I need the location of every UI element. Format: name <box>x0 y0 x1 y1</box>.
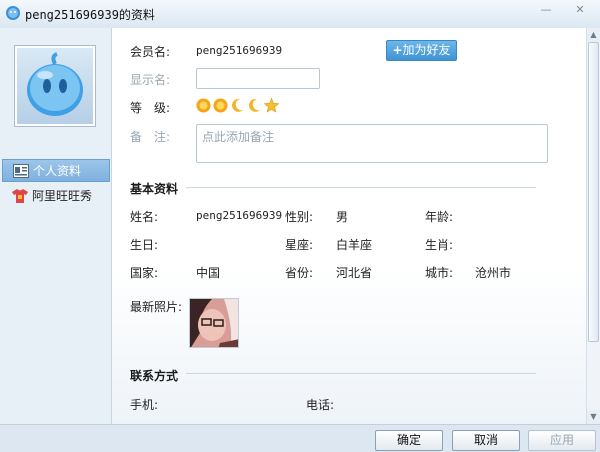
profile-card-icon <box>13 164 29 178</box>
profile-content <box>111 28 586 424</box>
add-friend-label: 加为好友 <box>402 43 451 57</box>
sidebar-item-profile[interactable]: 个人资料 <box>2 159 110 182</box>
close-button[interactable]: ✕ <box>572 3 588 17</box>
country-value: 中国 <box>196 266 221 280</box>
age-label: 年龄: <box>425 210 454 224</box>
display-name-label: 显示名: <box>130 73 171 87</box>
photo-image <box>190 299 238 347</box>
apply-button[interactable]: 应用 <box>528 430 596 451</box>
province-label: 省份: <box>285 266 314 280</box>
sun-icon <box>196 98 211 113</box>
title-bar: peng251696939的资料 — ✕ <box>0 0 600 28</box>
latest-photo-label: 最新照片: <box>130 300 183 314</box>
member-name-value: peng251696939 <box>196 44 283 57</box>
province-value: 河北省 <box>336 266 373 280</box>
display-name-input[interactable] <box>196 68 320 89</box>
avatar <box>14 45 96 127</box>
latest-photo[interactable] <box>189 298 239 348</box>
level-badges <box>196 98 279 114</box>
name-label: 姓名: <box>130 210 159 224</box>
minimize-button[interactable]: — <box>538 3 554 17</box>
scrollbar-thumb[interactable] <box>588 42 599 342</box>
vertical-scrollbar[interactable]: ▲ ▼ <box>586 28 600 424</box>
sidebar-item-label: 阿里旺旺秀 <box>32 189 93 203</box>
zodiac-label: 生肖: <box>425 238 454 252</box>
scroll-up-icon[interactable]: ▲ <box>587 28 600 42</box>
avatar-image <box>27 52 83 116</box>
add-friend-button[interactable]: +加为好友 <box>386 40 457 61</box>
moon-icon <box>231 98 243 112</box>
level-label: 等 级: <box>130 101 171 115</box>
star-icon <box>264 98 279 113</box>
remark-placeholder: 点此添加备注 <box>202 130 275 144</box>
remark-input[interactable]: 点此添加备注 <box>196 124 548 163</box>
gender-label: 性别: <box>285 210 314 224</box>
app-logo-icon <box>6 6 20 20</box>
constellation-value: 白羊座 <box>336 238 373 252</box>
cancel-button[interactable]: 取消 <box>452 430 520 451</box>
city-value: 沧州市 <box>475 266 512 280</box>
ok-button[interactable]: 确定 <box>375 430 443 451</box>
scroll-down-icon[interactable]: ▼ <box>587 410 600 424</box>
section-divider <box>186 187 536 188</box>
remark-label: 备 注: <box>130 130 171 144</box>
sidebar: 个人资料 阿里旺旺秀 <box>0 28 111 424</box>
moon-icon <box>248 98 260 112</box>
birthday-label: 生日: <box>130 238 159 252</box>
gender-value: 男 <box>336 210 349 224</box>
window-title: peng251696939的资料 <box>25 8 155 22</box>
mobile-label: 手机: <box>130 398 159 412</box>
plus-icon: + <box>392 43 403 57</box>
dialog-button-bar: 确定 取消 应用 <box>0 424 600 452</box>
contact-title: 联系方式 <box>130 369 179 383</box>
sun-icon <box>213 98 228 113</box>
member-name-label: 会员名: <box>130 45 171 59</box>
sidebar-item-wangwang-show[interactable]: 阿里旺旺秀 <box>2 185 110 208</box>
name-value: peng251696939 <box>196 209 283 222</box>
section-divider <box>186 373 536 374</box>
tshirt-icon <box>12 189 28 203</box>
sidebar-item-label: 个人资料 <box>33 164 82 178</box>
basic-info-title: 基本资料 <box>130 182 179 196</box>
phone-label: 电话: <box>306 398 335 412</box>
constellation-label: 星座: <box>285 238 314 252</box>
country-label: 国家: <box>130 266 159 280</box>
city-label: 城市: <box>425 266 454 280</box>
